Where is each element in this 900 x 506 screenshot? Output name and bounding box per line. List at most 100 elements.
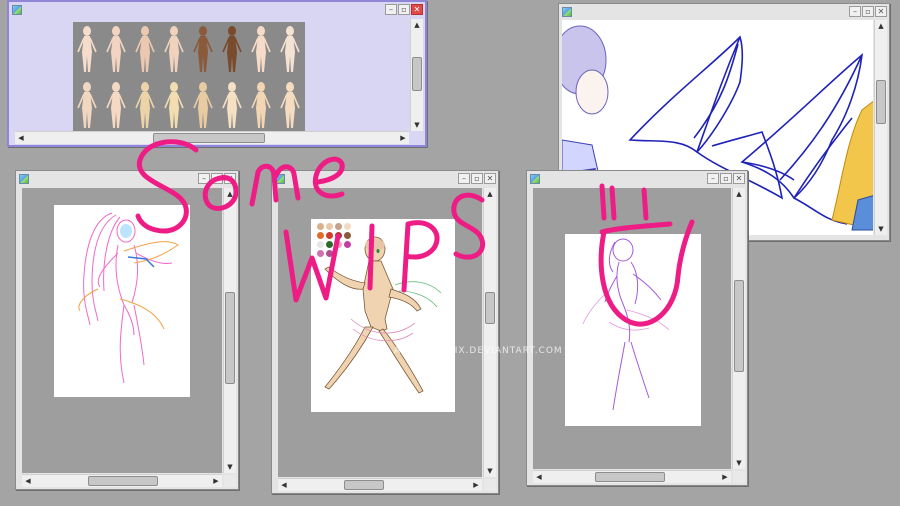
scroll-thumb[interactable] — [412, 57, 422, 91]
window-titlebar[interactable]: – ▫ ✕ — [16, 171, 238, 187]
skin-base-figure — [164, 82, 184, 128]
maximize-icon[interactable]: ▫ — [862, 6, 874, 17]
canvas-viewport[interactable] — [15, 19, 409, 131]
palette-swatch[interactable] — [344, 232, 351, 239]
scroll-down-arrow[interactable]: ▼ — [485, 466, 495, 476]
app-icon — [19, 174, 29, 184]
horizontal-scrollbar[interactable]: ◀ ▶ — [15, 131, 409, 144]
window-resize-corner[interactable] — [733, 471, 745, 483]
skin-base-figure — [106, 82, 126, 128]
scroll-right-arrow[interactable]: ▶ — [211, 476, 221, 486]
scroll-down-arrow[interactable]: ▼ — [876, 224, 886, 234]
scroll-up-arrow[interactable]: ▲ — [225, 189, 235, 199]
window-resize-corner[interactable] — [484, 479, 496, 491]
scroll-down-arrow[interactable]: ▼ — [734, 458, 744, 468]
scroll-up-arrow[interactable]: ▲ — [734, 189, 744, 199]
vertical-scrollbar[interactable]: ▲ ▼ — [223, 188, 236, 473]
palette-swatch[interactable] — [326, 241, 333, 248]
pink-pose-sketch — [78, 212, 179, 384]
scroll-left-arrow[interactable]: ◀ — [16, 133, 26, 143]
app-icon — [12, 5, 22, 15]
maximize-icon[interactable]: ▫ — [720, 173, 732, 184]
character-left — [562, 25, 609, 191]
vertical-scrollbar[interactable]: ▲ ▼ — [483, 188, 496, 477]
scroll-right-arrow[interactable]: ▶ — [720, 472, 730, 482]
horizontal-scrollbar[interactable]: ◀ ▶ — [278, 478, 482, 491]
close-icon[interactable]: ✕ — [224, 173, 236, 184]
skin-base-figure — [77, 26, 97, 72]
window-titlebar[interactable]: – ▫ ✕ — [559, 4, 889, 20]
vertical-scrollbar[interactable]: ▲ ▼ — [410, 19, 423, 131]
scroll-thumb[interactable] — [734, 280, 744, 372]
window-resize-corner[interactable] — [224, 475, 236, 487]
skin-bases-canvas[interactable] — [73, 22, 305, 131]
scroll-thumb[interactable] — [876, 80, 886, 124]
scroll-right-arrow[interactable]: ▶ — [398, 133, 408, 143]
scroll-thumb[interactable] — [595, 472, 665, 482]
sketch-canvas[interactable] — [54, 205, 190, 397]
close-icon[interactable]: ✕ — [875, 6, 887, 17]
scroll-up-arrow[interactable]: ▲ — [876, 21, 886, 31]
skin-base-figure — [135, 26, 155, 72]
canvas-viewport[interactable] — [278, 188, 482, 477]
palette-swatch[interactable] — [335, 241, 342, 248]
palette-swatch[interactable] — [317, 223, 324, 230]
window-purple-sketch[interactable]: – ▫ ✕ ▲ ▼ ◀ ▶ — [526, 170, 748, 486]
vertical-scrollbar[interactable]: ▲ ▼ — [874, 20, 887, 235]
palette-swatch[interactable] — [335, 223, 342, 230]
horizontal-scrollbar[interactable]: ◀ ▶ — [533, 470, 731, 483]
close-icon[interactable]: ✕ — [733, 173, 745, 184]
maximize-icon[interactable]: ▫ — [398, 4, 410, 15]
palette-swatch[interactable] — [317, 232, 324, 239]
scroll-up-arrow[interactable]: ▲ — [485, 189, 495, 199]
horizontal-scrollbar[interactable]: ◀ ▶ — [22, 474, 222, 487]
scroll-down-arrow[interactable]: ▼ — [412, 120, 422, 130]
palette-swatch[interactable] — [344, 223, 351, 230]
skin-base-figure — [77, 82, 97, 128]
scroll-left-arrow[interactable]: ◀ — [279, 480, 289, 490]
close-icon[interactable]: ✕ — [484, 173, 496, 184]
scroll-thumb[interactable] — [153, 133, 265, 143]
palette-swatch[interactable] — [317, 241, 324, 248]
scroll-right-arrow[interactable]: ▶ — [471, 480, 481, 490]
skin-base-figure — [222, 82, 242, 128]
window-color-base[interactable]: – ▫ ✕ ▲ ▼ ◀ ▶ — [271, 170, 499, 494]
palette-swatch[interactable] — [326, 250, 333, 257]
minimize-icon[interactable]: – — [707, 173, 719, 184]
window-titlebar[interactable]: – ▫ ✕ — [527, 171, 747, 187]
scroll-thumb[interactable] — [485, 292, 495, 324]
scroll-left-arrow[interactable]: ◀ — [534, 472, 544, 482]
window-titlebar[interactable]: – ▫ ✕ — [9, 2, 425, 18]
minimize-icon[interactable]: – — [458, 173, 470, 184]
scroll-thumb[interactable] — [344, 480, 384, 490]
minimize-icon[interactable]: – — [385, 4, 397, 15]
palette-swatch[interactable] — [326, 232, 333, 239]
close-icon[interactable]: ✕ — [411, 4, 423, 15]
app-icon — [530, 174, 540, 184]
window-skin-bases[interactable]: – ▫ ✕ ▲ ▼ ◀ ▶ — [7, 0, 427, 147]
palette-swatch[interactable] — [317, 250, 324, 257]
color-canvas[interactable] — [311, 219, 455, 412]
palette-swatch[interactable] — [326, 223, 333, 230]
scroll-thumb[interactable] — [88, 476, 158, 486]
minimize-icon[interactable]: – — [198, 173, 210, 184]
skin-base-figure — [106, 26, 126, 72]
maximize-icon[interactable]: ▫ — [211, 173, 223, 184]
sketch-canvas[interactable] — [565, 234, 701, 426]
scroll-down-arrow[interactable]: ▼ — [225, 462, 235, 472]
canvas-viewport[interactable] — [22, 188, 222, 473]
app-icon — [275, 174, 285, 184]
window-pink-sketch[interactable]: – ▫ ✕ ▲ ▼ ◀ ▶ — [15, 170, 239, 490]
palette-swatch[interactable] — [344, 241, 351, 248]
palette-swatch[interactable] — [335, 232, 342, 239]
vertical-scrollbar[interactable]: ▲ ▼ — [732, 188, 745, 469]
scroll-thumb[interactable] — [225, 292, 235, 384]
scroll-up-arrow[interactable]: ▲ — [412, 20, 422, 30]
maximize-icon[interactable]: ▫ — [471, 173, 483, 184]
canvas-viewport[interactable] — [533, 188, 731, 469]
scroll-left-arrow[interactable]: ◀ — [23, 476, 33, 486]
color-palette[interactable] — [317, 223, 357, 263]
window-titlebar[interactable]: – ▫ ✕ — [272, 171, 498, 187]
app-icon — [562, 7, 572, 17]
minimize-icon[interactable]: – — [849, 6, 861, 17]
